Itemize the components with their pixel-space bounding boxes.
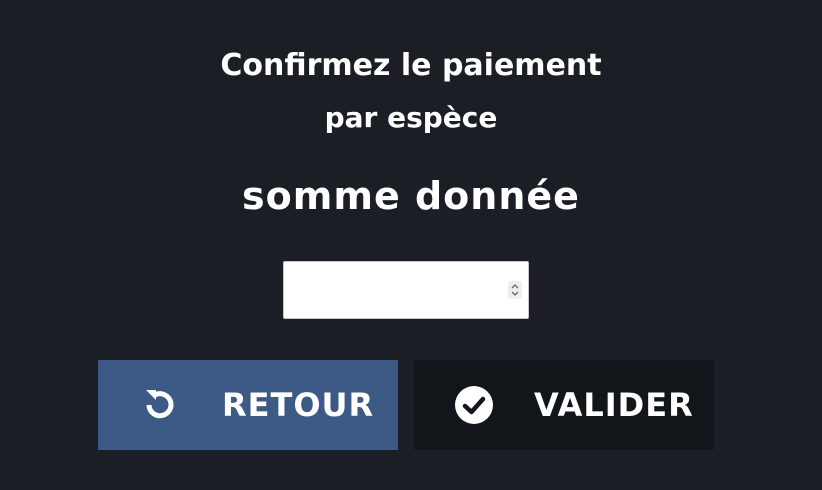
spinner-arrows-icon [511,284,519,296]
amount-given-label: somme donnée [242,174,580,218]
back-button[interactable]: RETOUR [98,360,398,450]
title-line-2: par espèce [324,101,498,134]
title-line-1: Confirmez le paiement [220,48,602,83]
number-spinner[interactable] [508,281,522,299]
back-button-label: RETOUR [222,386,375,424]
amount-given-input[interactable] [284,262,504,316]
validate-button-label: VALIDER [534,386,694,424]
amount-field-container [283,261,529,319]
dialog-title: Confirmez le paiement par espèce [0,40,822,144]
validate-button[interactable]: VALIDER [414,360,714,450]
cash-payment-dialog: Confirmez le paiement par espèce somme d… [0,0,822,490]
undo-icon [138,383,182,427]
check-circle-icon [452,383,496,427]
